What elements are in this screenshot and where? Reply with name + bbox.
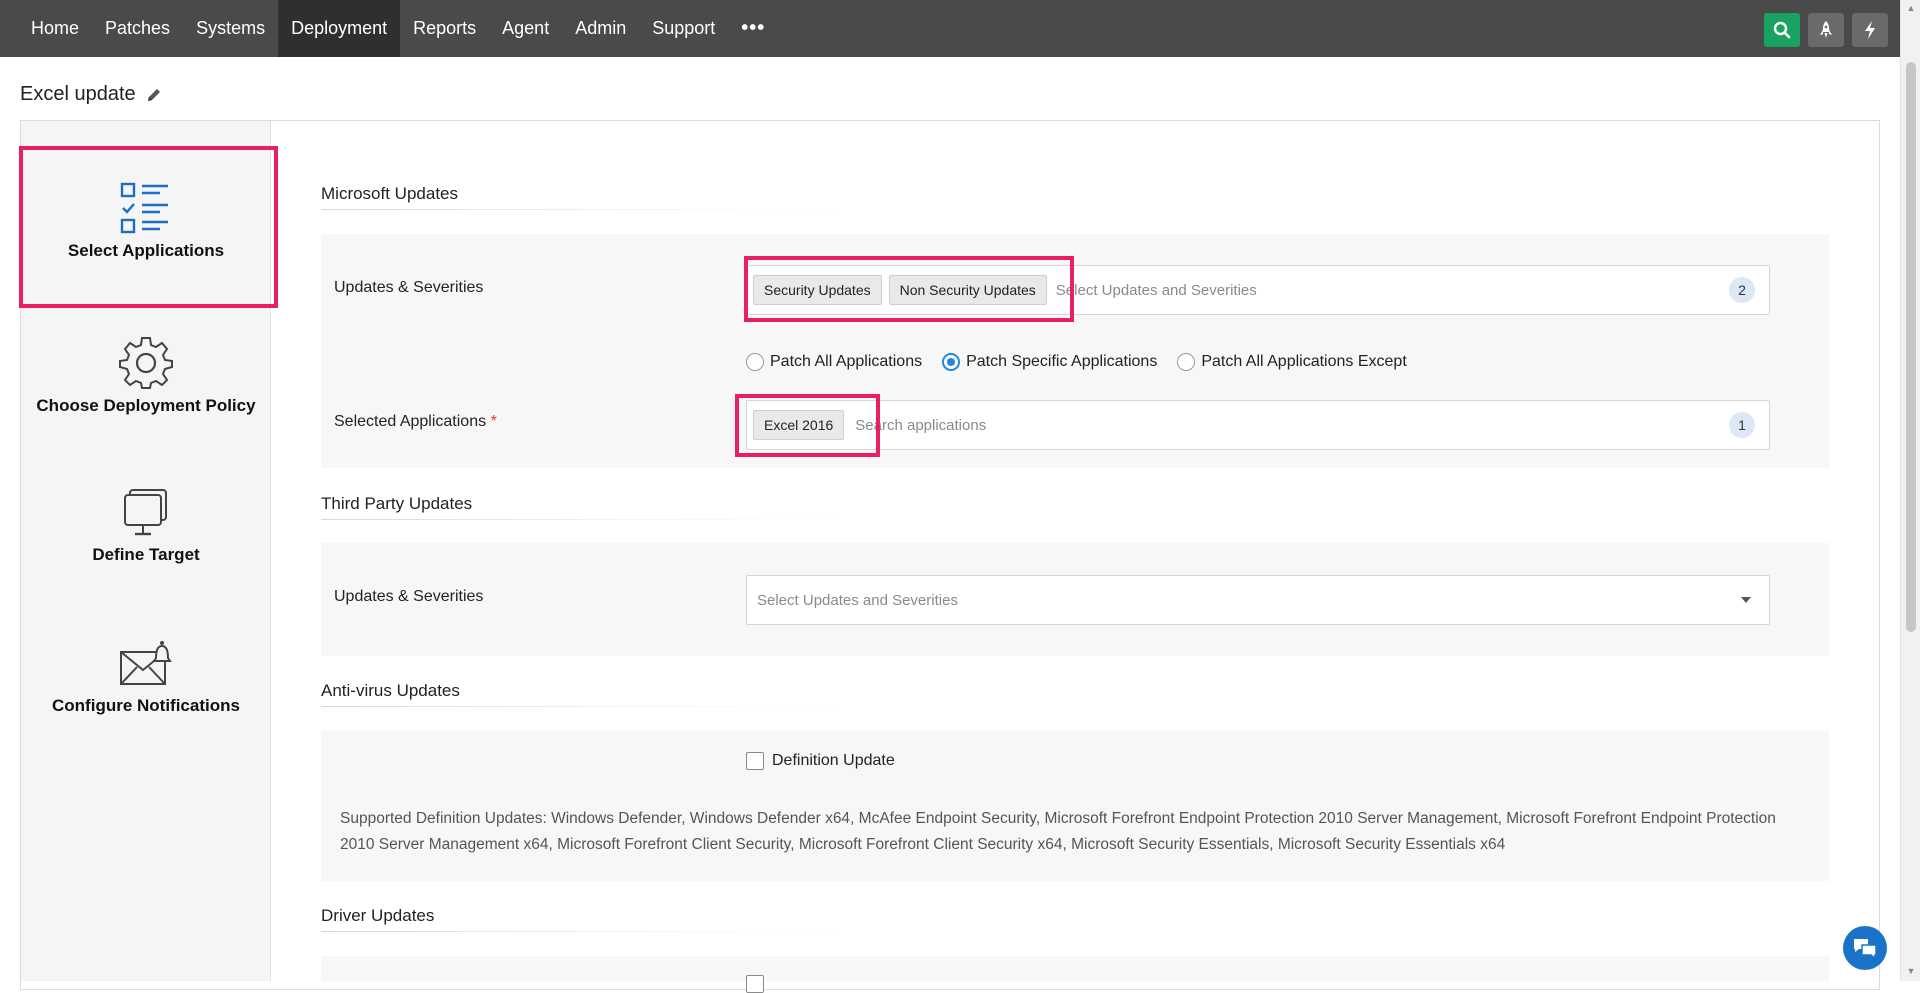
updates-severities-label: Updates & Severities bbox=[334, 279, 484, 296]
section-divider bbox=[321, 209, 841, 210]
step-define-target[interactable]: Define Target bbox=[21, 487, 271, 565]
supported-definition-updates-note: Supported Definition Updates: Windows De… bbox=[340, 810, 1776, 853]
gear-icon bbox=[119, 337, 173, 389]
nav-deployment[interactable]: Deployment bbox=[278, 0, 401, 57]
nav-home[interactable]: Home bbox=[18, 0, 92, 57]
nav-reports[interactable]: Reports bbox=[400, 0, 489, 57]
nav-patches[interactable]: Patches bbox=[92, 0, 183, 57]
definition-update-label: Definition Update bbox=[772, 752, 895, 769]
section-divider bbox=[321, 931, 841, 932]
search-icon bbox=[1773, 21, 1791, 39]
step-label: Choose Deployment Policy bbox=[36, 396, 256, 415]
radio-circle-icon bbox=[746, 353, 764, 371]
section-title-driver-updates: Driver Updates bbox=[321, 906, 435, 925]
radio-label: Patch All Applications bbox=[770, 353, 923, 370]
page-title-row: Excel update bbox=[20, 83, 162, 106]
definition-update-checkbox[interactable]: Definition Update bbox=[746, 752, 895, 770]
highlight-box-excel-2016 bbox=[735, 394, 880, 457]
selected-count-badge: 2 bbox=[1729, 277, 1755, 303]
step-label: Define Target bbox=[92, 545, 200, 564]
page-scrollbar[interactable]: ▲ ▼ bbox=[1900, 0, 1920, 981]
radio-circle-icon bbox=[1177, 353, 1196, 371]
radio-label: Patch All Applications Except bbox=[1201, 353, 1407, 370]
monitor-icon bbox=[124, 489, 167, 536]
third-party-updates-label: Updates & Severities bbox=[334, 588, 484, 605]
chat-support-button[interactable] bbox=[1843, 926, 1887, 970]
radio-label: Patch Specific Applications bbox=[966, 353, 1158, 370]
third-party-select-placeholder: Select Updates and Severities bbox=[757, 591, 958, 609]
required-marker: * bbox=[490, 413, 497, 430]
selected-applications-label: Selected Applications * bbox=[334, 413, 497, 430]
step-choose-deployment-policy[interactable]: Choose Deployment Policy bbox=[21, 334, 271, 416]
highlight-box-update-types bbox=[744, 256, 1074, 322]
applications-search-field[interactable]: Excel 2016 Search applications 1 bbox=[746, 400, 1770, 450]
patch-scope-radio-group: Patch All Applications Patch Specific Ap… bbox=[746, 353, 1407, 371]
nav-agent[interactable]: Agent bbox=[489, 0, 562, 57]
scroll-down-arrow-icon[interactable]: ▼ bbox=[1901, 963, 1920, 979]
envelope-bell-icon bbox=[120, 641, 172, 685]
nav-systems[interactable]: Systems bbox=[183, 0, 278, 57]
top-icon-group bbox=[1764, 13, 1888, 47]
nav-admin[interactable]: Admin bbox=[562, 0, 639, 57]
radio-selected-icon bbox=[942, 353, 961, 371]
chevron-down-icon bbox=[1741, 597, 1751, 603]
radio-patch-all-except[interactable]: Patch All Applications Except bbox=[1177, 353, 1407, 371]
page-title: Excel update bbox=[20, 83, 136, 105]
lightning-icon bbox=[1865, 21, 1875, 39]
edit-title-button[interactable] bbox=[146, 87, 162, 103]
selected-apps-count-badge: 1 bbox=[1729, 412, 1755, 438]
third-party-updates-select[interactable]: Select Updates and Severities bbox=[746, 575, 1770, 625]
checkbox-icon bbox=[746, 752, 764, 770]
radio-patch-specific-applications[interactable]: Patch Specific Applications bbox=[942, 353, 1157, 371]
updates-severities-placeholder: Select Updates and Severities bbox=[1055, 281, 1257, 299]
section-divider bbox=[321, 519, 841, 520]
section-divider bbox=[321, 706, 841, 707]
quick-actions-button[interactable] bbox=[1852, 13, 1888, 47]
search-button[interactable] bbox=[1764, 13, 1800, 47]
section-title-microsoft-updates: Microsoft Updates bbox=[321, 184, 458, 203]
top-nav-bar: Home Patches Systems Deployment Reports … bbox=[0, 0, 1900, 57]
section-title-antivirus-updates: Anti-virus Updates bbox=[321, 681, 460, 700]
pencil-icon bbox=[147, 88, 160, 101]
applications-search-placeholder: Search applications bbox=[855, 416, 987, 434]
rocket-icon bbox=[1820, 21, 1832, 38]
chat-icon bbox=[1854, 939, 1877, 959]
driver-updates-panel bbox=[321, 956, 1829, 981]
nav-support[interactable]: Support bbox=[639, 0, 728, 57]
main-nav: Home Patches Systems Deployment Reports … bbox=[18, 0, 778, 57]
scroll-thumb[interactable] bbox=[1906, 62, 1916, 632]
section-title-third-party-updates: Third Party Updates bbox=[321, 494, 473, 513]
radio-patch-all-applications[interactable]: Patch All Applications bbox=[746, 353, 922, 371]
step-label: Configure Notifications bbox=[52, 696, 240, 715]
nav-more-menu[interactable]: ••• bbox=[728, 0, 778, 57]
highlight-box-select-applications bbox=[19, 146, 278, 308]
step-configure-notifications[interactable]: Configure Notifications bbox=[21, 638, 271, 716]
scroll-up-arrow-icon[interactable]: ▲ bbox=[1901, 0, 1920, 16]
quick-launch-button[interactable] bbox=[1808, 13, 1844, 47]
driver-update-checkbox[interactable] bbox=[746, 975, 764, 993]
